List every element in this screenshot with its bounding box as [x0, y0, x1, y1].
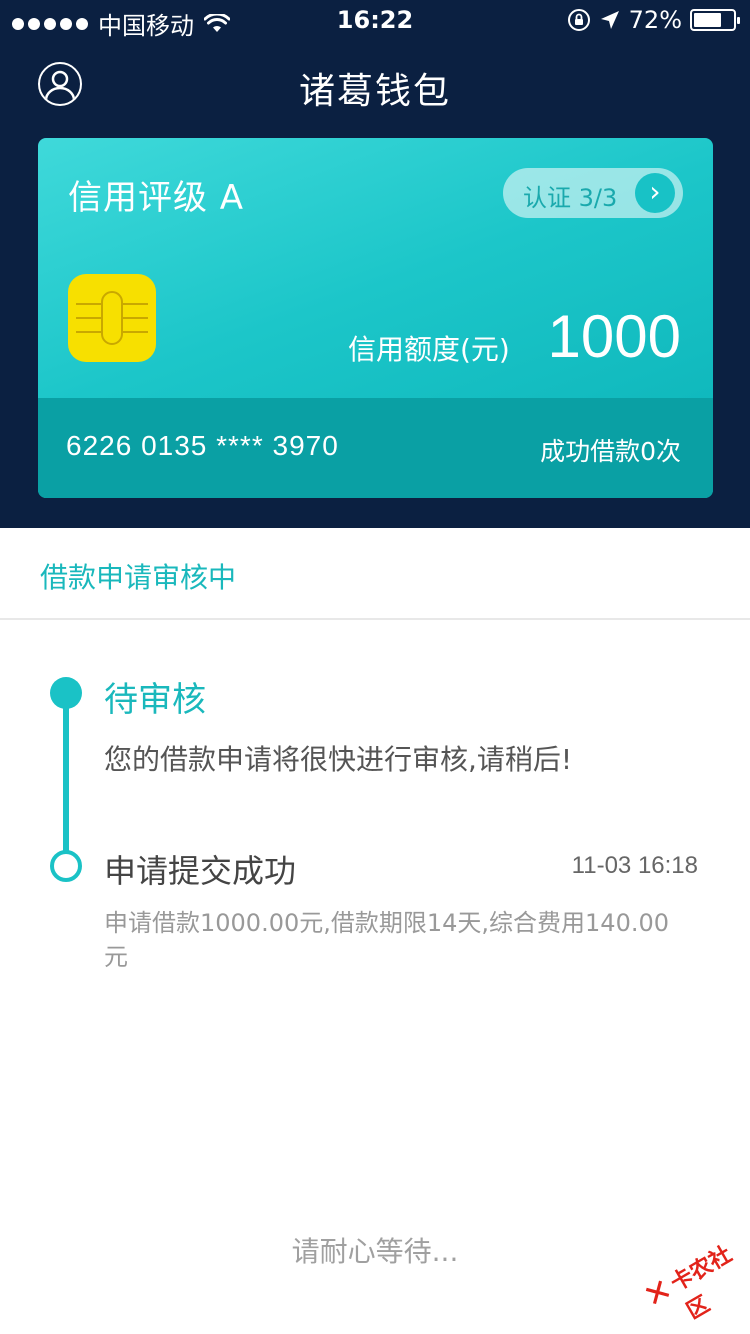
- credit-limit-value: 1000: [547, 303, 681, 370]
- credit-card: 信用评级 A 认证 3/3 › 信用额度(元) 1000 6226 0135 *…: [38, 138, 713, 498]
- timeline-line: [63, 692, 69, 854]
- credit-rating: 信用评级 A: [68, 178, 245, 218]
- card-number: 6226 0135 **** 3970: [66, 430, 339, 461]
- section-title: 借款申请审核中: [40, 561, 237, 594]
- section-header: 借款申请审核中: [0, 528, 750, 620]
- timeline-dot-active-icon: [50, 677, 82, 709]
- verify-label: 认证 3/3: [523, 184, 618, 212]
- status-right: 72%: [567, 6, 740, 34]
- status-bar: 中国移动 16:22 72%: [0, 0, 750, 40]
- credit-limit-label: 信用额度(元): [348, 333, 510, 366]
- battery-percent: 72%: [628, 6, 682, 34]
- timeline-step-title: 申请提交成功: [104, 852, 297, 890]
- card-chip-icon: [68, 274, 156, 362]
- card-footer: 6226 0135 **** 3970 成功借款0次: [38, 398, 713, 498]
- page-title: 诸葛钱包: [298, 71, 451, 112]
- location-arrow-icon: [600, 11, 619, 29]
- verify-button[interactable]: 认证 3/3 ›: [503, 168, 683, 218]
- timeline-step-desc: 您的借款申请将很快进行审核,请稍后!: [104, 743, 573, 776]
- timeline-step-time: 11-03 16:18: [571, 852, 698, 879]
- loan-count: 成功借款0次: [540, 437, 681, 466]
- rotation-lock-icon: [567, 9, 590, 31]
- battery-icon: [690, 9, 740, 31]
- nav-bar: 诸葛钱包: [0, 40, 750, 128]
- battery-fill: [694, 13, 722, 27]
- timeline-step-title: 待审核: [104, 680, 206, 720]
- chevron-right-icon: ›: [635, 173, 675, 213]
- timeline-dot-done-icon: [50, 850, 82, 882]
- timeline-step-desc: 申请借款1000.00元,借款期限14天,综合费用140.00元: [104, 909, 670, 971]
